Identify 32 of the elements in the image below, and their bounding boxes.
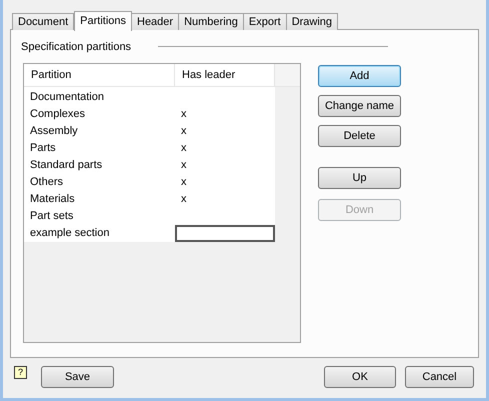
tab[interactable]: Document xyxy=(12,13,74,30)
table-cell-text: Others xyxy=(29,175,64,190)
tab[interactable]: Drawing xyxy=(286,13,338,30)
ok-button[interactable]: OK xyxy=(324,366,396,388)
tab[interactable]: Numbering xyxy=(178,13,244,30)
table-cell-text: x xyxy=(180,107,186,122)
save-button[interactable]: Save xyxy=(41,366,114,388)
table-cell-text: Standard parts xyxy=(29,158,104,174)
button[interactable]: Add xyxy=(318,65,401,87)
help-button[interactable]: ? xyxy=(14,366,27,379)
tab[interactable]: Header xyxy=(131,13,180,30)
table-cell-text: Complexes xyxy=(29,107,86,122)
table-cell-text: Parts xyxy=(29,141,57,156)
cancel-button[interactable]: Cancel xyxy=(405,366,474,388)
table-cell-text: Part sets xyxy=(29,209,74,224)
table-cell-text: x xyxy=(180,141,186,156)
table-cell-text: x xyxy=(180,158,186,174)
tab[interactable]: Export xyxy=(242,13,287,30)
table-cell-text: x xyxy=(180,192,186,208)
table-cell-text: x xyxy=(180,124,186,140)
group-title: Specification partitions xyxy=(21,40,132,55)
table-cell-text: Materials xyxy=(29,192,76,208)
button[interactable]: Delete xyxy=(318,125,401,147)
tab[interactable]: Partitions xyxy=(74,11,132,31)
input-field[interactable] xyxy=(175,225,275,242)
column-header[interactable]: Partition xyxy=(24,64,175,86)
table-cell-text: x xyxy=(180,175,186,190)
button[interactable]: Up xyxy=(318,167,401,189)
table-cell-text: example section xyxy=(29,226,110,242)
table-cell-text: Assembly xyxy=(29,124,79,140)
button[interactable]: Change name xyxy=(318,95,401,117)
table-cell-text: Documentation xyxy=(29,90,105,106)
